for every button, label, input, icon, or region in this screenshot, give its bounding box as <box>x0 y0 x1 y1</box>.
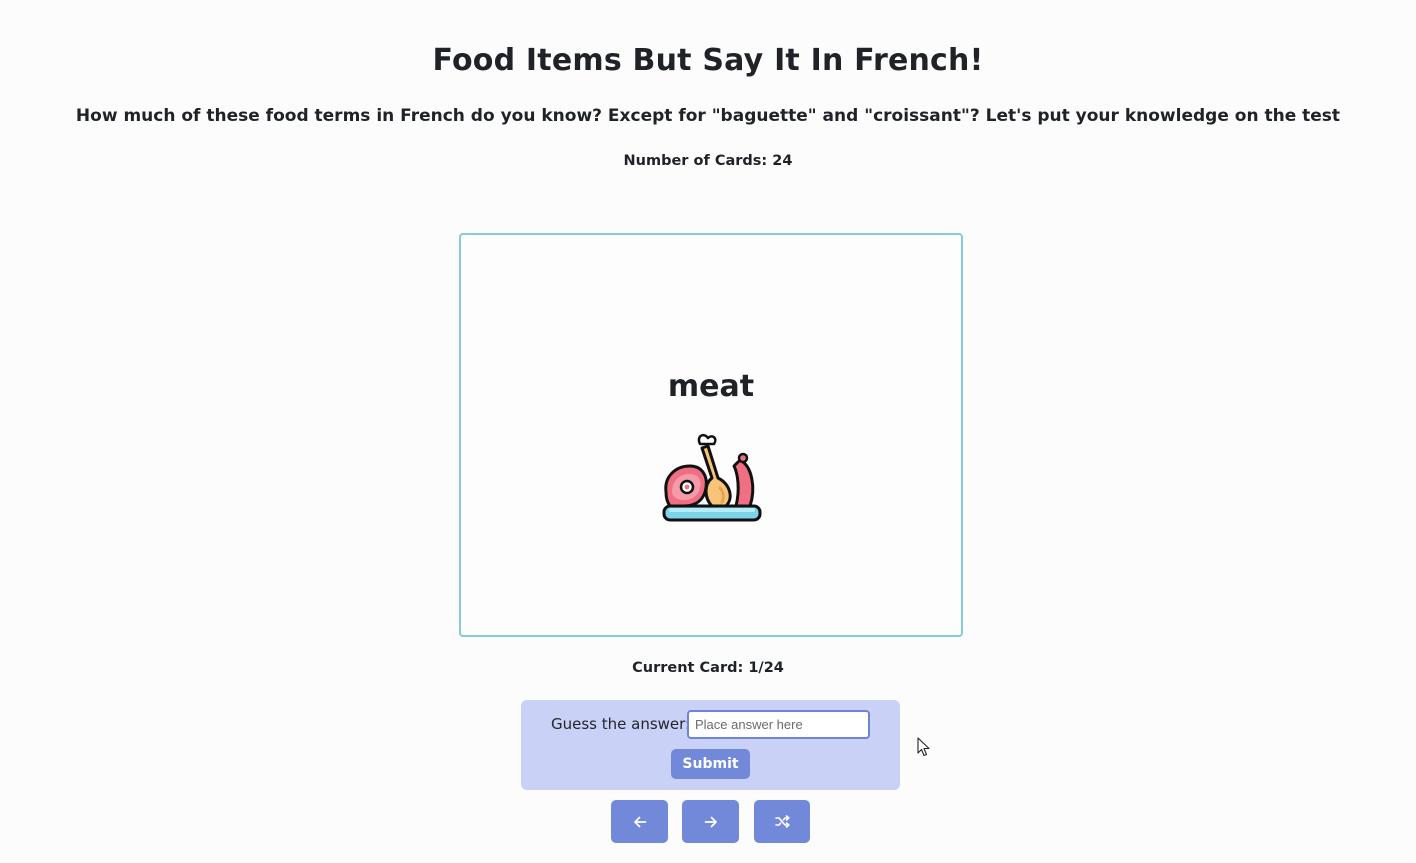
submit-button[interactable]: Submit <box>671 749 750 779</box>
shuffle-button[interactable] <box>754 800 810 843</box>
arrow-right-icon <box>704 816 717 827</box>
guess-label: Guess the answer: <box>551 715 691 733</box>
card-count: Number of Cards: 24 <box>623 153 793 169</box>
arrow-left-icon <box>633 816 646 827</box>
guess-form: Guess the answer: Submit <box>521 700 900 790</box>
card-word: meat <box>667 369 755 404</box>
current-card-indicator: Current Card: 1/24 <box>632 660 784 676</box>
flashcard[interactable]: meat <box>459 233 963 637</box>
answer-input[interactable] <box>687 710 870 739</box>
meat-platter-icon <box>662 433 762 522</box>
page: Food Items But Say It In French! How muc… <box>0 0 1416 863</box>
shuffle-icon <box>774 815 790 828</box>
next-card-button[interactable] <box>682 800 739 843</box>
page-title: Food Items But Say It In French! <box>432 43 984 78</box>
page-subtitle: How much of these food terms in French d… <box>75 106 1341 126</box>
previous-card-button[interactable] <box>611 800 668 843</box>
mouse-pointer-icon <box>917 737 930 757</box>
